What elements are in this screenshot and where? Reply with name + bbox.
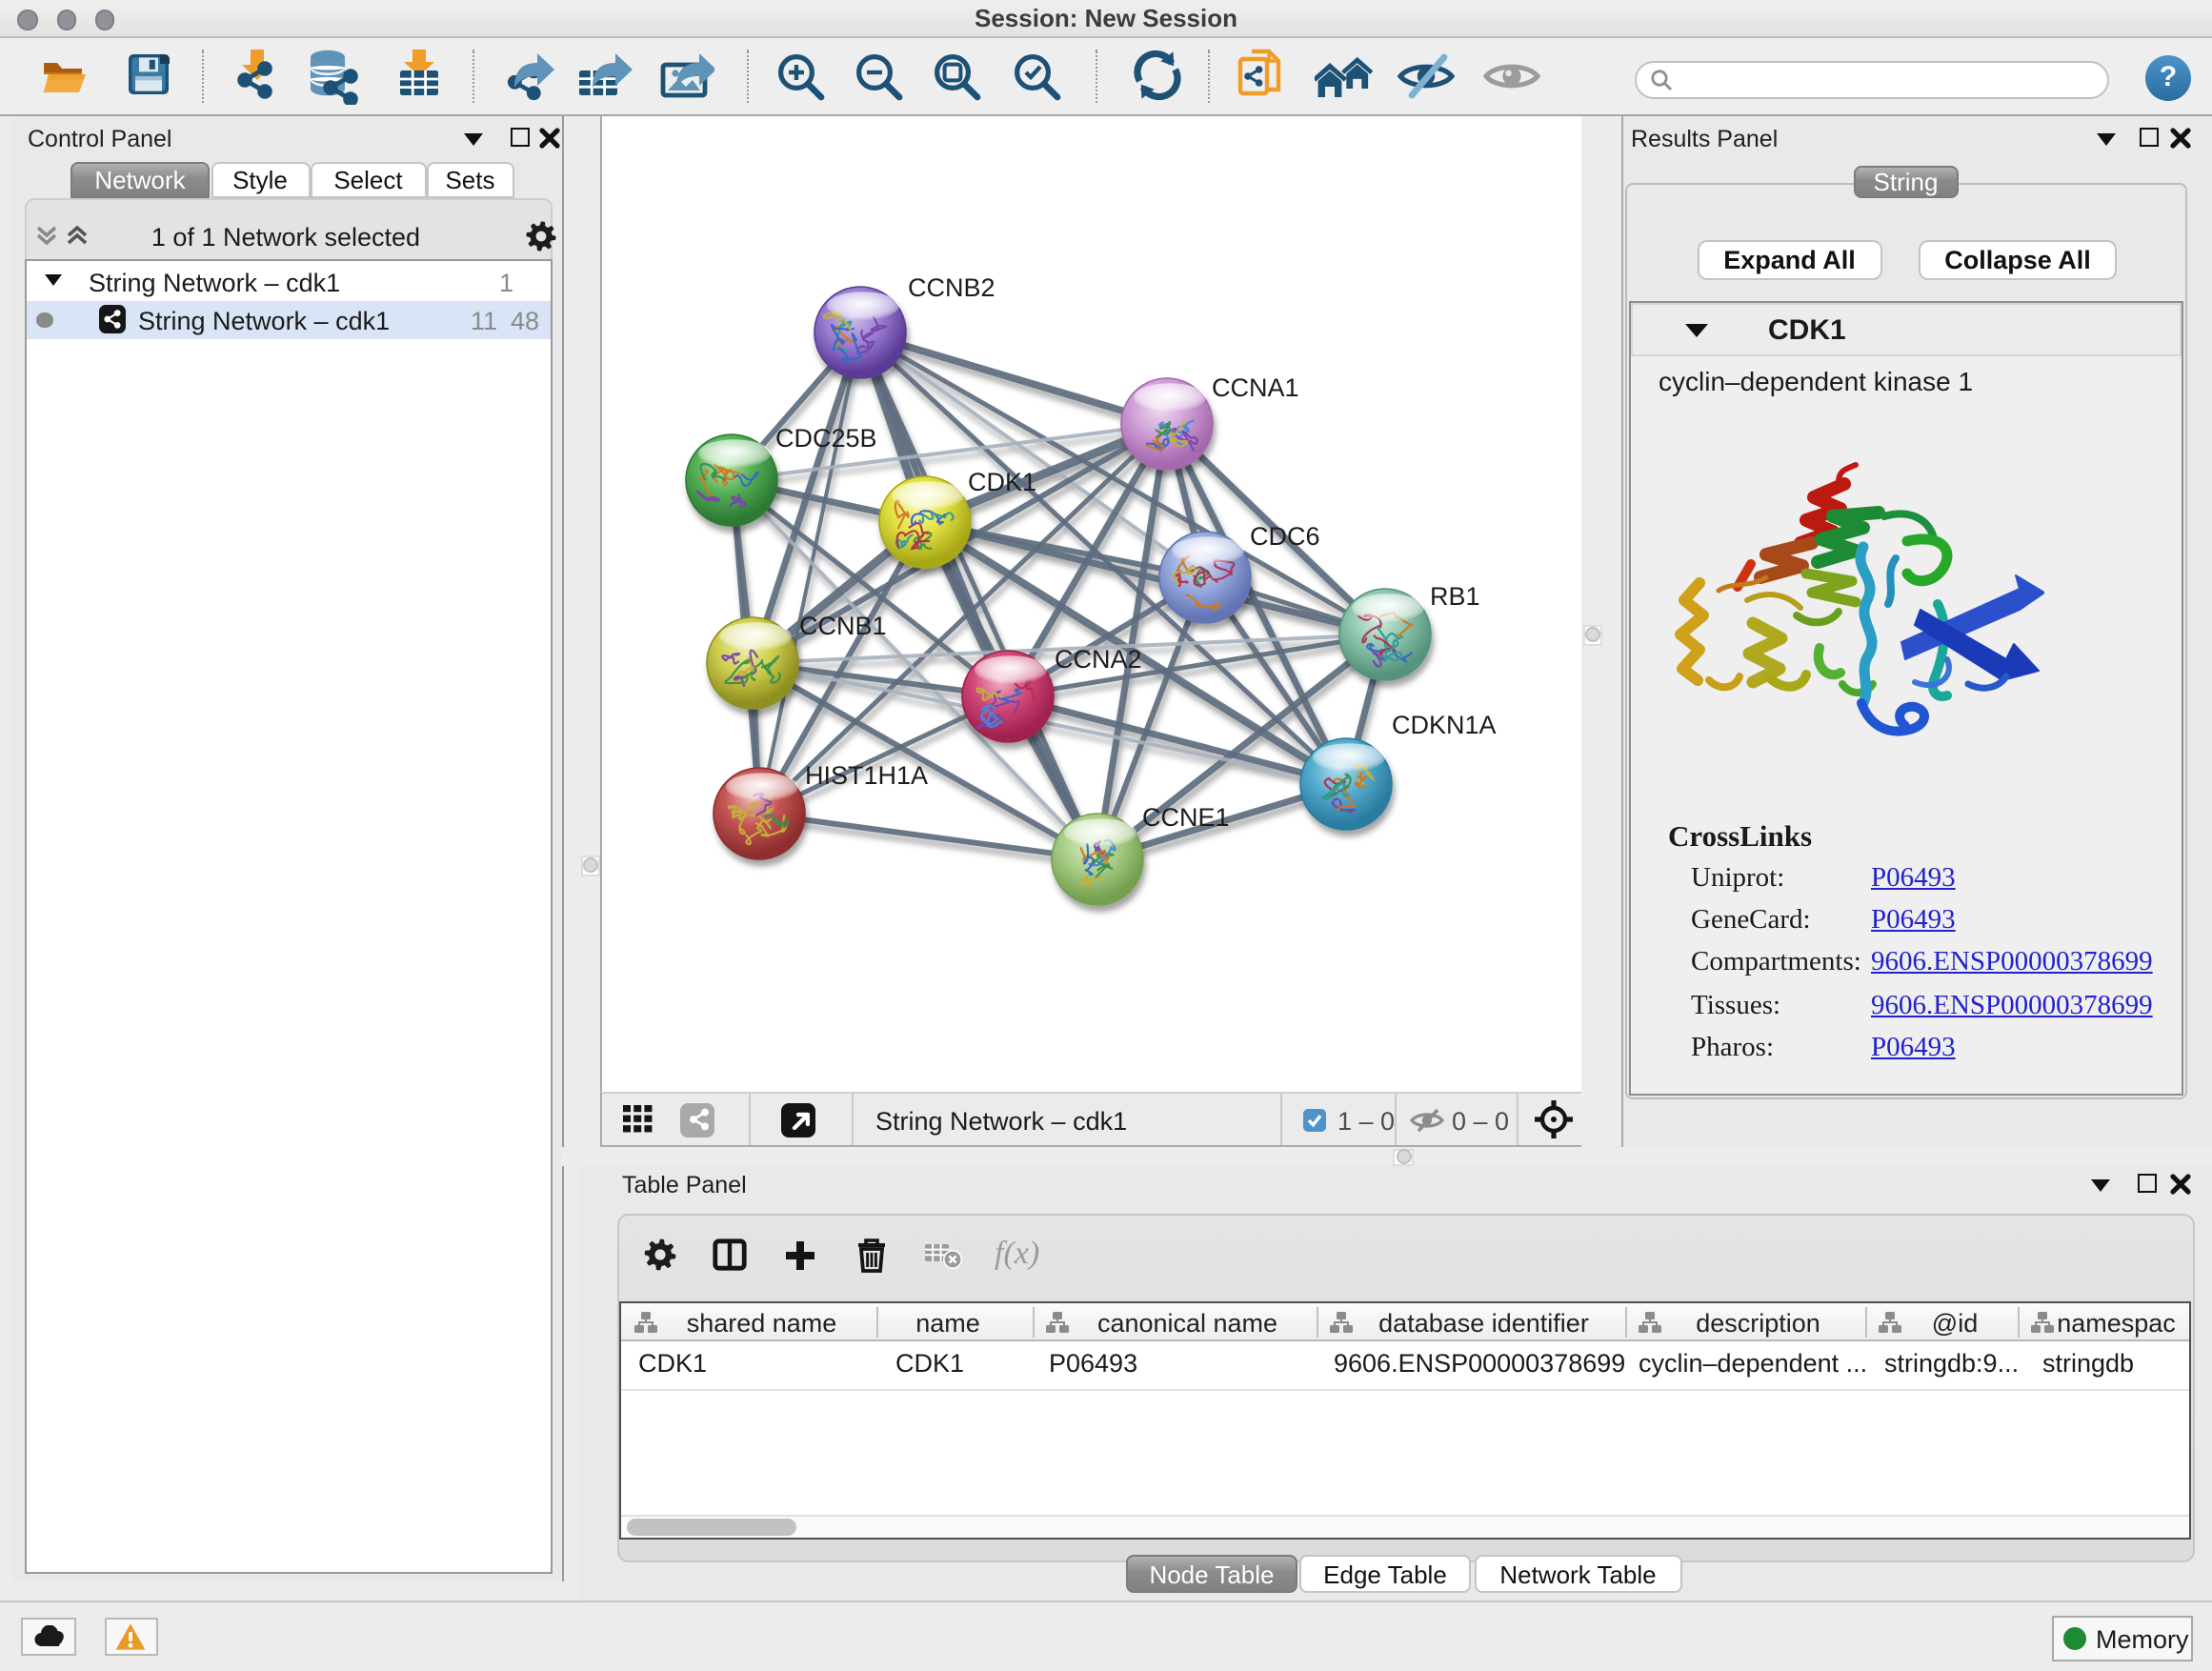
svg-text:CCNB1: CCNB1 [799, 612, 887, 640]
svg-text:CCNA1: CCNA1 [1212, 373, 1299, 402]
svg-text:CCNB2: CCNB2 [908, 273, 995, 302]
svg-text:CDC25B: CDC25B [775, 424, 877, 453]
svg-text:CDC6: CDC6 [1250, 522, 1320, 551]
svg-text:CDKN1A: CDKN1A [1392, 711, 1497, 739]
svg-text:CCNA2: CCNA2 [1055, 645, 1142, 674]
svg-text:CDK1: CDK1 [968, 468, 1036, 496]
svg-text:HIST1H1A: HIST1H1A [805, 761, 928, 790]
svg-text:CCNE1: CCNE1 [1142, 803, 1230, 832]
svg-text:RB1: RB1 [1430, 582, 1480, 611]
